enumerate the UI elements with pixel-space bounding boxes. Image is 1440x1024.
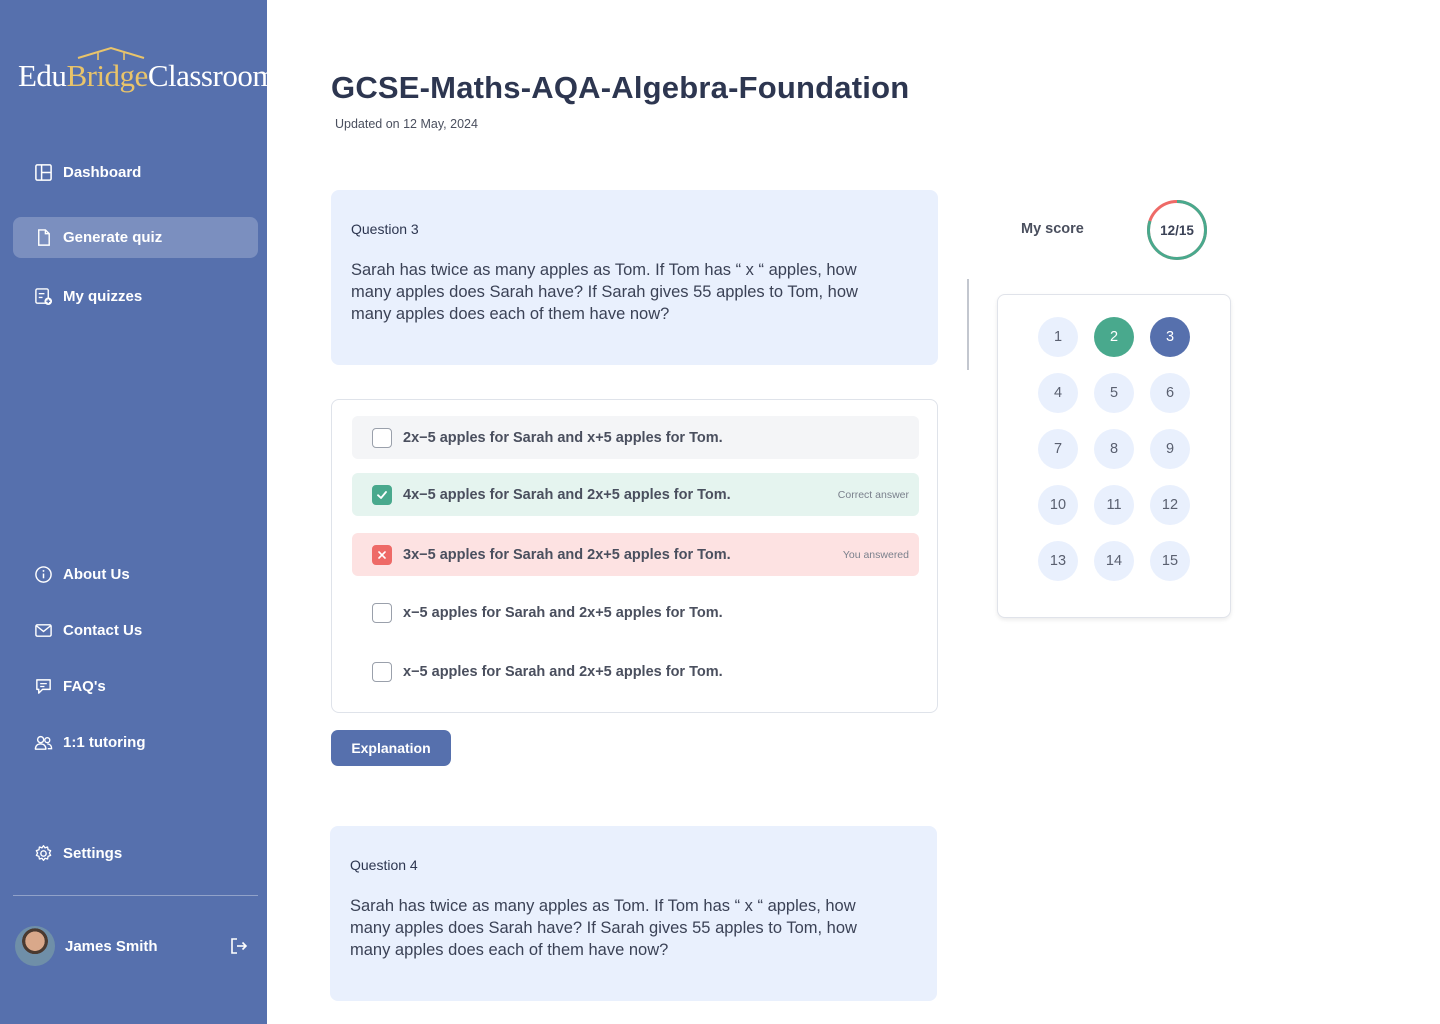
gear-icon: [34, 844, 53, 863]
answer-options: 2x−5 apples for Sarah and x+5 apples for…: [331, 399, 938, 713]
score-label: My score: [1021, 221, 1084, 237]
question-number-8[interactable]: 8: [1094, 429, 1134, 469]
question-number-7[interactable]: 7: [1038, 429, 1078, 469]
score-value: 12/15: [1160, 222, 1194, 238]
nav-my-quizzes-label: My quizzes: [63, 288, 143, 305]
nav-faqs-label: FAQ's: [63, 678, 106, 695]
nav-settings-label: Settings: [63, 845, 123, 862]
question-text: Sarah has twice as many apples as Tom. I…: [350, 897, 857, 959]
checkbox-icon[interactable]: [372, 661, 392, 682]
nav-tutoring[interactable]: 1:1 tutoring: [13, 722, 258, 763]
nav-contact-us[interactable]: Contact Us: [13, 610, 258, 651]
nav-dashboard-label: Dashboard: [63, 164, 142, 181]
nav-tutoring-label: 1:1 tutoring: [63, 734, 146, 751]
question-card: Question 4 Sarah has twice as many apple…: [330, 826, 937, 1001]
question-navigator: 1 2 3 4 5 6 7 8 9 10 11 12 13 14 15: [997, 294, 1231, 618]
logout-icon[interactable]: [229, 936, 249, 956]
brand-logo[interactable]: EduBridgeClassroom: [18, 46, 276, 102]
question-number-9[interactable]: 9: [1150, 429, 1190, 469]
answer-option-text: x−5 apples for Sarah and 2x+5 apples for…: [403, 663, 723, 680]
correct-answer-tag: Correct answer: [837, 488, 909, 501]
answer-option[interactable]: 2x−5 apples for Sarah and x+5 apples for…: [352, 416, 919, 459]
document-icon: [34, 228, 53, 247]
question-label: Question 3: [351, 221, 419, 237]
cross-icon[interactable]: [372, 544, 392, 565]
nav-contact-us-label: Contact Us: [63, 622, 143, 639]
question-number-14[interactable]: 14: [1094, 541, 1134, 581]
nav-about-us[interactable]: About Us: [13, 554, 258, 595]
question-number-10[interactable]: 10: [1038, 485, 1078, 525]
sidebar-divider: [13, 895, 258, 896]
info-icon: [34, 565, 53, 584]
question-number-5[interactable]: 5: [1094, 373, 1134, 413]
layout-icon: [34, 163, 53, 182]
quiz-list-icon: [34, 287, 53, 306]
user-name: James Smith: [65, 937, 158, 955]
nav-generate-quiz-label: Generate quiz: [63, 229, 163, 246]
answer-option-text: 4x−5 apples for Sarah and 2x+5 apples fo…: [403, 486, 731, 503]
answer-option-text: 3x−5 apples for Sarah and 2x+5 apples fo…: [403, 546, 731, 563]
nav-generate-quiz[interactable]: Generate quiz: [13, 217, 258, 258]
nav-settings[interactable]: Settings: [13, 833, 258, 874]
question-number-2[interactable]: 2: [1094, 317, 1134, 357]
brand-name: EduBridgeClassroom: [18, 58, 276, 94]
nav-my-quizzes[interactable]: My quizzes: [13, 276, 258, 317]
mail-icon: [34, 621, 53, 640]
brand-name-part-edu: Edu: [18, 58, 67, 93]
user-profile[interactable]: James Smith: [15, 925, 255, 967]
page-title: GCSE-Maths-AQA-Algebra-Foundation: [331, 70, 910, 105]
check-icon[interactable]: [372, 484, 392, 505]
brand-name-part-bridge: Bridge: [66, 58, 148, 93]
avatar: [15, 926, 55, 966]
question-label: Question 4: [350, 857, 418, 873]
question-number-11[interactable]: 11: [1094, 485, 1134, 525]
answer-option-wrong[interactable]: 3x−5 apples for Sarah and 2x+5 apples fo…: [352, 533, 919, 576]
answer-option-text: x−5 apples for Sarah and 2x+5 apples for…: [403, 604, 723, 621]
question-number-3[interactable]: 3: [1150, 317, 1190, 357]
question-number-15[interactable]: 15: [1150, 541, 1190, 581]
answer-option-correct[interactable]: 4x−5 apples for Sarah and 2x+5 apples fo…: [352, 473, 919, 516]
nav-about-us-label: About Us: [63, 566, 130, 583]
question-text: Sarah has twice as many apples as Tom. I…: [351, 261, 858, 323]
you-answered-tag: You answered: [842, 548, 909, 561]
brand-name-part-classroom: Classroom: [147, 58, 277, 93]
updated-date: Updated on 12 May, 2024: [335, 117, 478, 131]
question-number-6[interactable]: 6: [1150, 373, 1190, 413]
checkbox-icon[interactable]: [372, 427, 392, 448]
question-number-1[interactable]: 1: [1038, 317, 1078, 357]
question-number-13[interactable]: 13: [1038, 541, 1078, 581]
question-number-12[interactable]: 12: [1150, 485, 1190, 525]
answer-option[interactable]: x−5 apples for Sarah and 2x+5 apples for…: [352, 650, 919, 693]
nav-dashboard[interactable]: Dashboard: [13, 152, 258, 193]
users-icon: [34, 733, 53, 752]
answer-option[interactable]: x−5 apples for Sarah and 2x+5 apples for…: [352, 591, 919, 634]
nav-faqs[interactable]: FAQ's: [13, 666, 258, 707]
question-card: Question 3 Sarah has twice as many apple…: [331, 190, 938, 365]
explanation-button[interactable]: Explanation: [331, 730, 451, 766]
sidebar: EduBridgeClassroom Dashboard Generate qu…: [0, 0, 276, 1024]
chat-icon: [34, 677, 53, 696]
answer-option-text: 2x−5 apples for Sarah and x+5 apples for…: [403, 429, 723, 446]
checkbox-icon[interactable]: [372, 602, 392, 623]
scroll-indicator[interactable]: [967, 279, 969, 370]
question-number-4[interactable]: 4: [1038, 373, 1078, 413]
